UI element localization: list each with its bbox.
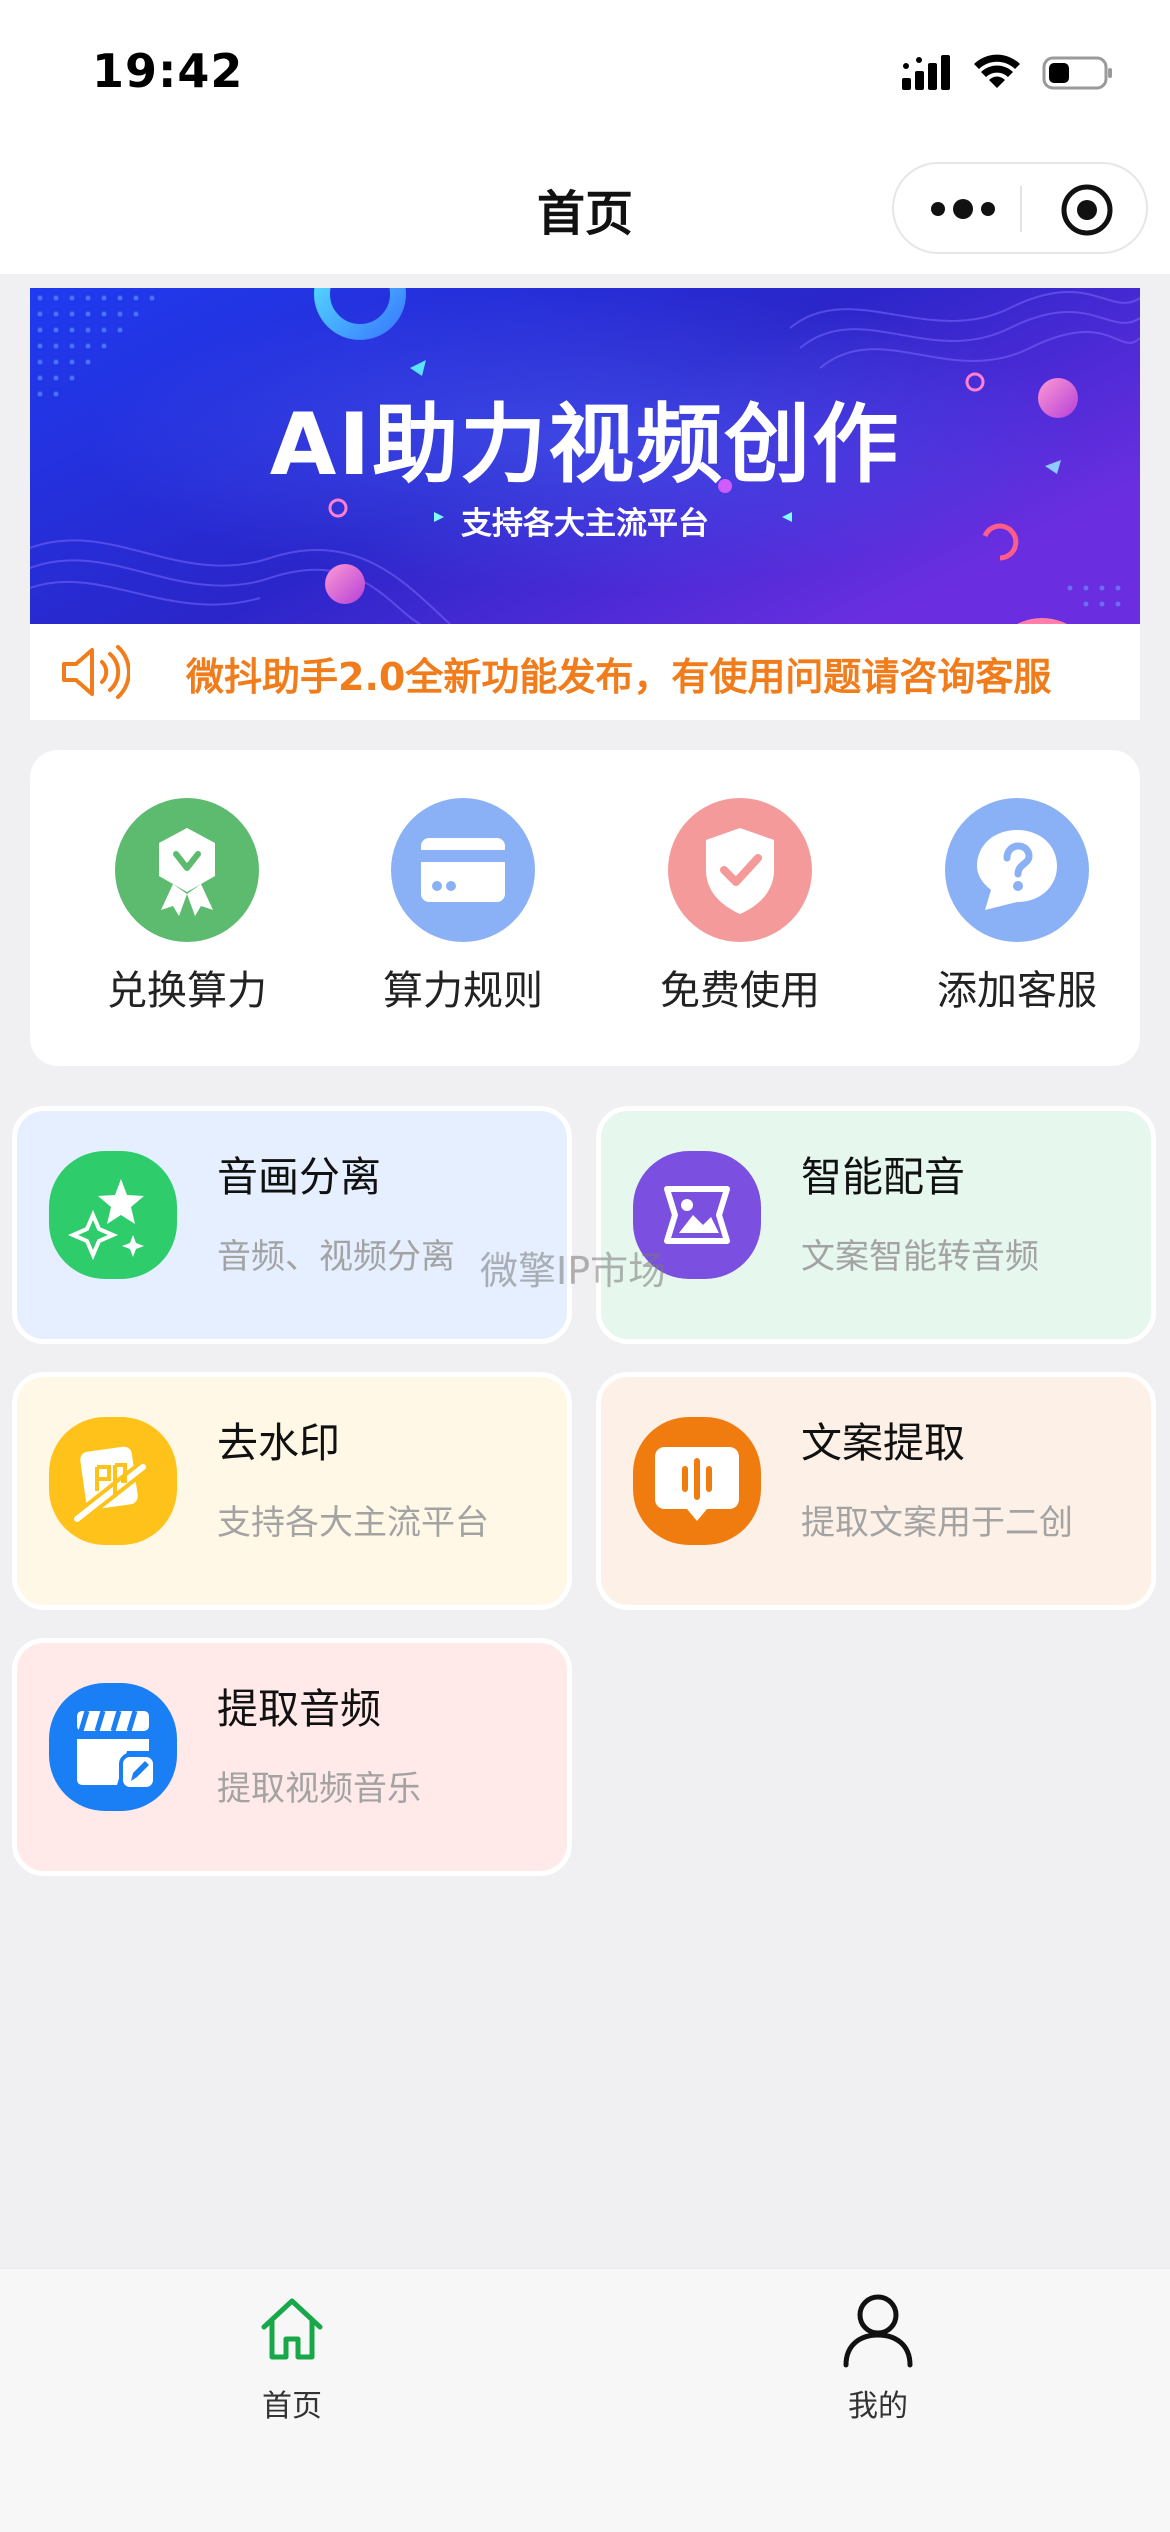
tool-card-desc: 音频、视频分离 — [217, 1237, 455, 1277]
clapper-edit-icon — [49, 1683, 177, 1811]
quick-action-rules[interactable]: 算力规则 — [343, 798, 583, 1018]
card-icon — [391, 798, 535, 942]
tool-card-desc: 文案智能转音频 — [801, 1237, 1039, 1277]
tool-card-title: 音画分离 — [217, 1153, 381, 1201]
ribbon-badge-icon — [115, 798, 259, 942]
tool-card-audio-video-split[interactable]: 音画分离 音频、视频分离 — [12, 1106, 572, 1344]
more-icon[interactable] — [928, 191, 998, 227]
notice-text: 微抖助手2.0全新功能发布，有使用问题请咨询客服 — [186, 655, 1052, 699]
quick-action-label: 算力规则 — [383, 968, 543, 1014]
tool-card-smart-dubbing[interactable]: 智能配音 文案智能转音频 — [596, 1106, 1156, 1344]
tab-home[interactable]: 首页 — [192, 2289, 392, 2424]
signal-icon — [902, 55, 950, 90]
quick-action-label: 免费使用 — [660, 968, 820, 1014]
quick-actions-panel: 兑换算力 算力规则 免费使用 添加客服 — [30, 750, 1140, 1066]
tab-label: 我的 — [848, 2389, 908, 2424]
home-icon — [261, 2298, 323, 2360]
quick-action-label: 添加客服 — [937, 968, 1097, 1014]
tool-card-desc: 提取文案用于二创 — [801, 1503, 1073, 1543]
tab-label: 首页 — [262, 2389, 322, 2424]
close-target-icon[interactable] — [1059, 182, 1115, 238]
banner-subtitle: 支持各大主流平台 — [461, 506, 709, 542]
sparkle-star-icon — [49, 1151, 177, 1279]
tool-card-extract-text[interactable]: 文案提取 提取文案用于二创 — [596, 1372, 1156, 1610]
tab-bar: 首页 我的 — [0, 2268, 1170, 2532]
voice-bubble-icon — [633, 1417, 761, 1545]
tool-card-desc: 支持各大主流平台 — [217, 1503, 489, 1543]
erase-stamp-icon — [49, 1417, 177, 1545]
quick-action-redeem[interactable]: 兑换算力 — [67, 798, 307, 1018]
speaker-icon — [62, 645, 130, 699]
user-icon — [843, 2294, 913, 2368]
tool-card-remove-watermark[interactable]: 去水印 支持各大主流平台 — [12, 1372, 572, 1610]
quick-action-support[interactable]: 添加客服 — [897, 798, 1137, 1018]
tool-card-desc: 提取视频音乐 — [217, 1769, 421, 1809]
tool-card-title: 提取音频 — [217, 1685, 381, 1733]
watermark-text: 微擎IP市场 — [480, 1249, 667, 1293]
promo-banner[interactable]: AI助力视频创作 支持各大主流平台 — [30, 288, 1140, 624]
nav-bar: 首页 — [0, 150, 1170, 274]
shield-check-icon — [668, 798, 812, 942]
notice-bar[interactable]: 微抖助手2.0全新功能发布，有使用问题请咨询客服 — [30, 624, 1140, 720]
capsule-divider — [1020, 186, 1022, 232]
tool-card-extract-audio[interactable]: 提取音频 提取视频音乐 — [12, 1638, 572, 1876]
banner-title: AI助力视频创作 — [269, 395, 901, 495]
tab-mine[interactable]: 我的 — [778, 2289, 978, 2424]
status-bar: 19:42 — [0, 0, 1170, 150]
quick-action-label: 兑换算力 — [107, 968, 267, 1014]
wifi-icon — [974, 54, 1020, 88]
mini-program-capsule — [892, 162, 1148, 254]
tool-card-title: 文案提取 — [801, 1419, 965, 1467]
status-time: 19:42 — [92, 44, 244, 98]
tool-card-title: 去水印 — [217, 1419, 340, 1467]
quick-action-free[interactable]: 免费使用 — [620, 798, 860, 1018]
battery-icon — [1042, 56, 1112, 90]
tool-card-title: 智能配音 — [801, 1153, 965, 1201]
app-screen: 19:42 首页 AI助力视频创作 支持各大主流平台 微抖助手2.0全新功能发布… — [0, 0, 1170, 2532]
help-bubble-icon — [945, 798, 1089, 942]
status-icons — [900, 50, 1114, 96]
